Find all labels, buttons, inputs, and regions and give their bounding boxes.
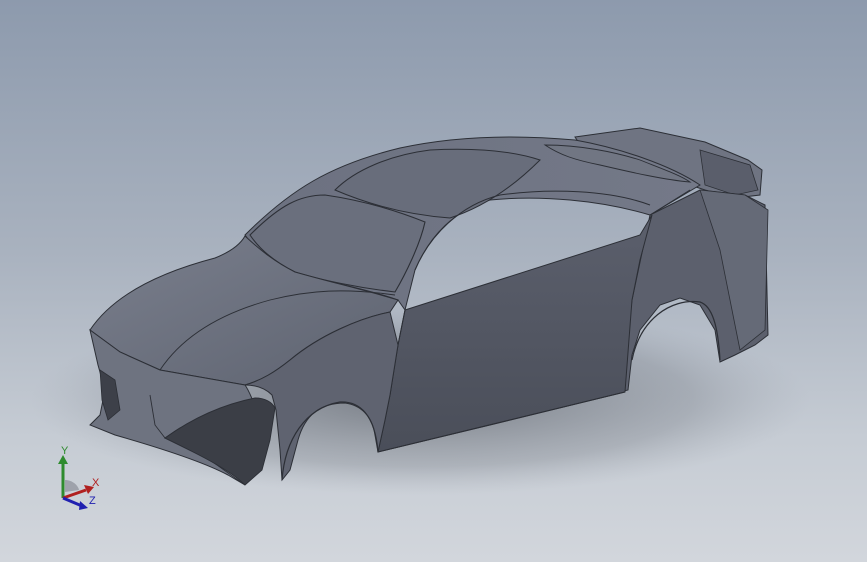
- y-axis-label: Y: [61, 445, 69, 457]
- z-arrow-icon: [79, 501, 88, 510]
- car-body-model[interactable]: [0, 0, 867, 562]
- graphics-viewport[interactable]: Y X Z: [0, 0, 867, 562]
- z-axis-icon: [62, 496, 83, 508]
- z-axis-label: Z: [89, 495, 96, 507]
- plane-indicator-icon: [65, 480, 79, 492]
- x-axis-label: X: [92, 477, 100, 489]
